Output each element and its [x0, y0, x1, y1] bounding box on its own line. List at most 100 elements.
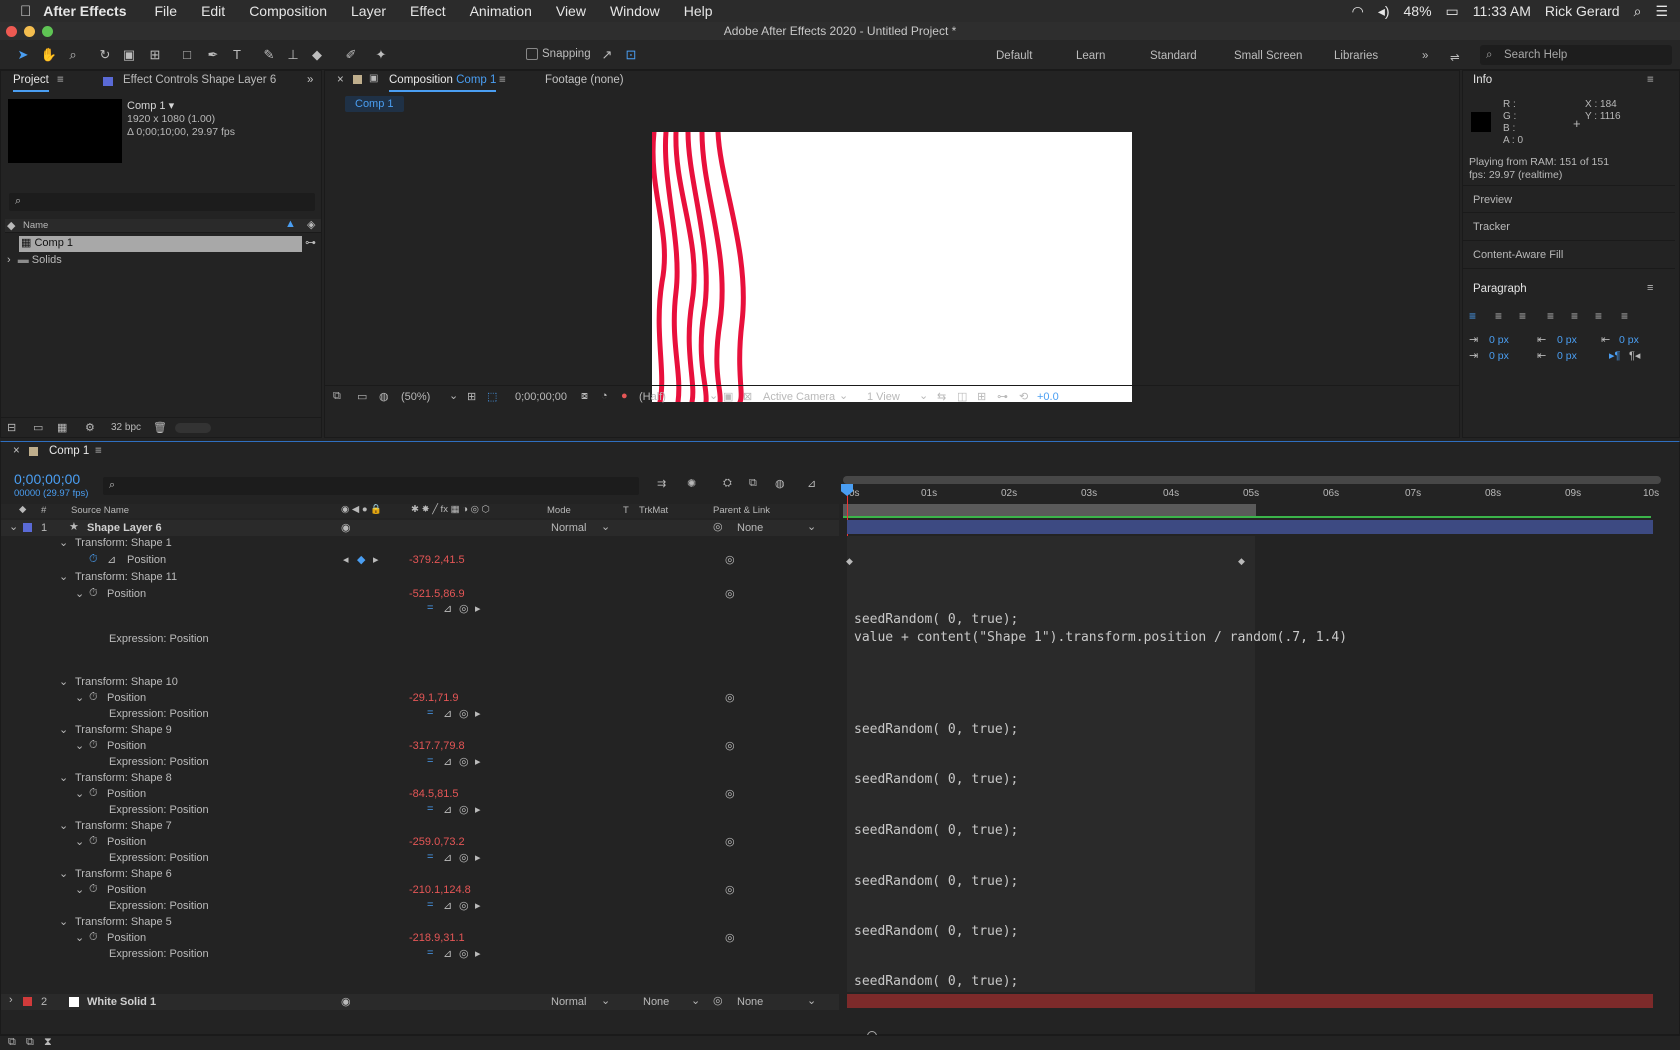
- property-value[interactable]: -210.1,124.8: [409, 884, 471, 896]
- expression-language-icon[interactable]: ▸: [475, 947, 481, 960]
- pickwhip-icon[interactable]: ◎: [725, 835, 735, 848]
- eraser-tool-icon[interactable]: ◆: [308, 46, 326, 64]
- mask-visibility-icon[interactable]: ◍: [379, 390, 389, 403]
- graph-icon[interactable]: ⊿: [107, 553, 116, 566]
- rectangle-tool-icon[interactable]: □: [178, 46, 196, 64]
- chevron-down-icon[interactable]: ⌄: [9, 520, 18, 533]
- flowchart-icon[interactable]: ⊶: [305, 236, 316, 249]
- menu-help[interactable]: Help: [684, 3, 713, 19]
- control-center-icon[interactable]: ☰: [1655, 3, 1668, 20]
- property-value[interactable]: -84.5,81.5: [409, 788, 459, 800]
- expression-language-icon[interactable]: ▸: [475, 803, 481, 816]
- wifi-icon[interactable]: ◠: [1352, 3, 1364, 20]
- user-name[interactable]: Rick Gerard: [1545, 3, 1620, 19]
- snapping-checkbox[interactable]: [526, 48, 538, 60]
- search-help-input[interactable]: ⌕ Search Help: [1480, 45, 1672, 65]
- chevron-down-icon[interactable]: ⌄: [59, 723, 68, 736]
- pickwhip-icon[interactable]: ◎: [725, 553, 735, 566]
- parent-dropdown[interactable]: None: [737, 996, 763, 1008]
- expression-editor-shape-5[interactable]: seedRandom( 0, true);: [854, 974, 1018, 989]
- pickwhip-icon[interactable]: ◎: [713, 520, 723, 533]
- puppet-pin-tool-icon[interactable]: ✦: [372, 46, 390, 64]
- expression-editor-main-line-1[interactable]: seedRandom( 0, true);: [854, 612, 1018, 627]
- time-ruler[interactable]: 0s 01s 02s 03s 04s 05s 06s 07s 08s 09s 1…: [843, 486, 1661, 504]
- project-item-solids[interactable]: › ▬ Solids: [7, 254, 297, 270]
- expression-enable-icon[interactable]: =: [427, 707, 433, 719]
- menu-file[interactable]: File: [155, 3, 178, 19]
- keyframe-end[interactable]: ◆: [1238, 556, 1245, 567]
- tab-project[interactable]: Project: [13, 74, 49, 92]
- pickwhip-icon[interactable]: ◎: [725, 931, 735, 944]
- property-position-shape-10[interactable]: ⌄ ⏱ Position -29.1,71.9 ◎: [1, 691, 841, 707]
- current-time-field[interactable]: 0;00;00;00: [515, 391, 567, 403]
- expression-pickwhip-icon[interactable]: ◎: [459, 755, 469, 768]
- expression-graph-icon[interactable]: ⊿: [443, 755, 452, 768]
- layer-duration-bar[interactable]: [847, 520, 1653, 534]
- prev-keyframe-icon[interactable]: ◂: [343, 553, 349, 566]
- pickwhip-icon[interactable]: ◎: [725, 691, 735, 704]
- property-value[interactable]: -218.9,31.1: [409, 932, 465, 944]
- group-shape-10[interactable]: ⌄ Transform: Shape 10: [1, 675, 841, 691]
- pickwhip-icon[interactable]: ◎: [725, 883, 735, 896]
- comp-info-name[interactable]: Comp 1 ▾: [127, 99, 174, 112]
- justify-all-icon[interactable]: ≡: [1621, 309, 1628, 323]
- delete-icon[interactable]: 🗑: [153, 421, 167, 434]
- column-name[interactable]: Name: [23, 220, 48, 231]
- region-of-interest-icon[interactable]: ▭: [357, 390, 367, 403]
- chevron-down-icon[interactable]: ⌄: [75, 787, 84, 800]
- transparency-grid-icon[interactable]: ⬚: [487, 390, 497, 403]
- align-right-icon[interactable]: ≡: [1519, 309, 1526, 323]
- expression-language-icon[interactable]: ▸: [475, 755, 481, 768]
- minimize-window-button[interactable]: [24, 26, 35, 37]
- menu-effect[interactable]: Effect: [410, 3, 446, 19]
- close-window-button[interactable]: [6, 26, 17, 37]
- layer-switches-toggle-icon[interactable]: ⧉: [8, 1036, 16, 1049]
- stopwatch-icon[interactable]: ⏱: [89, 835, 98, 848]
- chevron-down-icon[interactable]: ⌄: [59, 867, 68, 880]
- new-folder-icon[interactable]: ▭: [33, 421, 43, 434]
- pen-tool-icon[interactable]: ✒: [204, 46, 222, 64]
- expression-editor-main-line-2[interactable]: value + content("Shape 1").transform.pos…: [854, 630, 1347, 645]
- paragraph-menu-icon[interactable]: ≡: [1647, 282, 1653, 294]
- spotlight-icon[interactable]: ⌕: [1634, 3, 1642, 20]
- zoom-tool-icon[interactable]: ⌕: [64, 46, 82, 64]
- camera-dropdown[interactable]: Active Camera: [763, 391, 835, 403]
- expression-language-icon[interactable]: ▸: [475, 602, 481, 615]
- workspace-learn[interactable]: Learn: [1076, 50, 1105, 62]
- parent-dropdown[interactable]: None: [737, 522, 763, 534]
- property-position-shape-5[interactable]: ⌄ ⏱ Position -218.9,31.1 ◎: [1, 931, 841, 947]
- always-preview-icon[interactable]: ⧉: [333, 390, 341, 403]
- lock-icon[interactable]: [353, 75, 362, 84]
- clone-stamp-tool-icon[interactable]: ⊥: [284, 46, 302, 64]
- stopwatch-icon[interactable]: ⏱: [89, 739, 98, 752]
- choose-grid-icon[interactable]: ⊞: [467, 390, 476, 403]
- menu-composition[interactable]: Composition: [249, 3, 327, 19]
- project-search-input[interactable]: ⌕: [9, 193, 315, 211]
- draft-3d-toggle-icon[interactable]: ✺: [687, 477, 696, 490]
- expression-graph-icon[interactable]: ⊿: [443, 707, 452, 720]
- pickwhip-icon[interactable]: ◎: [725, 587, 735, 600]
- timeline-toggle-icon[interactable]: ⊞: [977, 390, 986, 403]
- layer-mode-dropdown[interactable]: Normal: [551, 522, 586, 534]
- column-label-icon[interactable]: ◆: [7, 219, 15, 232]
- expression-pickwhip-icon[interactable]: ◎: [459, 707, 469, 720]
- align-center-icon[interactable]: ≡: [1495, 309, 1502, 323]
- selection-tool-icon[interactable]: ➤: [14, 46, 32, 64]
- fast-previews-icon[interactable]: ▣: [723, 390, 733, 403]
- info-title[interactable]: Info: [1473, 74, 1492, 86]
- zoom-dropdown[interactable]: (50%): [401, 391, 430, 403]
- menu-window[interactable]: Window: [610, 3, 660, 19]
- stopwatch-icon[interactable]: ⏱: [89, 931, 98, 944]
- chevron-down-icon[interactable]: ⌄: [807, 520, 816, 533]
- snapshot-icon[interactable]: ⧇: [581, 390, 588, 403]
- stopwatch-icon[interactable]: ⏱: [89, 691, 98, 704]
- expression-graph-icon[interactable]: ⊿: [443, 899, 452, 912]
- battery-percent[interactable]: 48%: [1404, 3, 1432, 19]
- section-content-aware-fill[interactable]: Content-Aware Fill: [1463, 241, 1675, 269]
- chevron-down-icon[interactable]: ⌄: [449, 389, 458, 402]
- expression-graph-icon[interactable]: ⊿: [443, 803, 452, 816]
- project-item-comp[interactable]: ▦ Comp 1: [19, 236, 302, 252]
- expression-pickwhip-icon[interactable]: ◎: [459, 803, 469, 816]
- visibility-eye-icon[interactable]: ◉: [341, 521, 351, 534]
- comp-canvas[interactable]: [652, 132, 1132, 402]
